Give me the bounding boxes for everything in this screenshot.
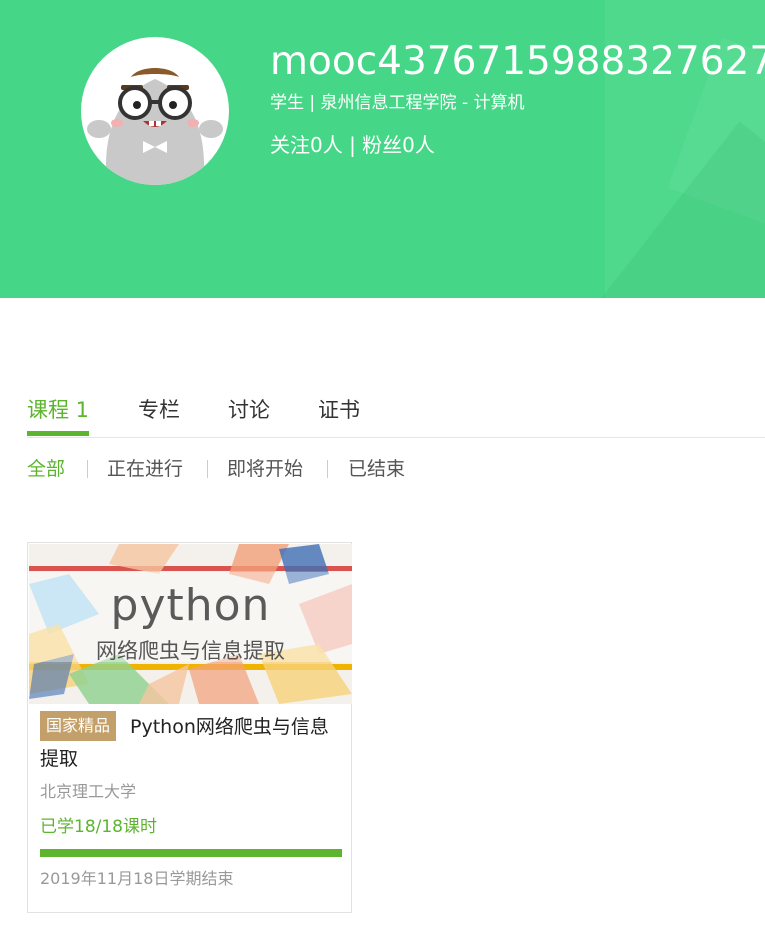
filter-upcoming[interactable]: 即将开始	[227, 456, 303, 482]
course-school[interactable]: 北京理工大学	[40, 781, 136, 803]
thumbnail-subtitle: 网络爬虫与信息提取	[96, 639, 285, 663]
course-card[interactable]: python 网络爬虫与信息提取 Python网络爬虫与信息提取 国家精品 北京…	[27, 542, 352, 913]
username: mooc4376715988327627	[270, 39, 765, 84]
tab-certificates[interactable]: 证书	[318, 394, 360, 438]
filter-all[interactable]: 全部	[27, 456, 65, 482]
course-term-end: 2019年11月18日学期结束	[40, 869, 234, 888]
tabs-divider	[27, 437, 765, 438]
filter-separator	[327, 460, 328, 478]
course-badge: 国家精品	[40, 711, 117, 741]
avatar[interactable]	[81, 37, 229, 185]
avatar-mascot-icon	[87, 68, 223, 185]
course-progress-fill	[40, 849, 342, 857]
course-progress-bar	[40, 849, 342, 857]
course-thumbnail[interactable]: python 网络爬虫与信息提取	[29, 544, 352, 704]
tab-discussions[interactable]: 讨论	[228, 394, 270, 438]
filter-ended[interactable]: 已结束	[348, 456, 405, 482]
follow-stats[interactable]: 关注0人 | 粉丝0人	[270, 131, 435, 159]
profile-header: mooc4376715988327627 学生 | 泉州信息工程学院 - 计算机…	[0, 0, 765, 298]
profile-page: mooc4376715988327627 学生 | 泉州信息工程学院 - 计算机…	[0, 0, 765, 947]
filter-in-progress[interactable]: 正在进行	[107, 456, 183, 482]
course-progress-text: 已学18/18课时	[40, 817, 157, 837]
tab-columns[interactable]: 专栏	[138, 394, 180, 438]
filter-separator	[87, 460, 88, 478]
thumbnail-title: python	[110, 580, 271, 631]
user-subtitle: 学生 | 泉州信息工程学院 - 计算机	[270, 93, 525, 113]
tab-courses[interactable]: 课程 1	[27, 394, 90, 438]
filter-separator	[207, 460, 208, 478]
